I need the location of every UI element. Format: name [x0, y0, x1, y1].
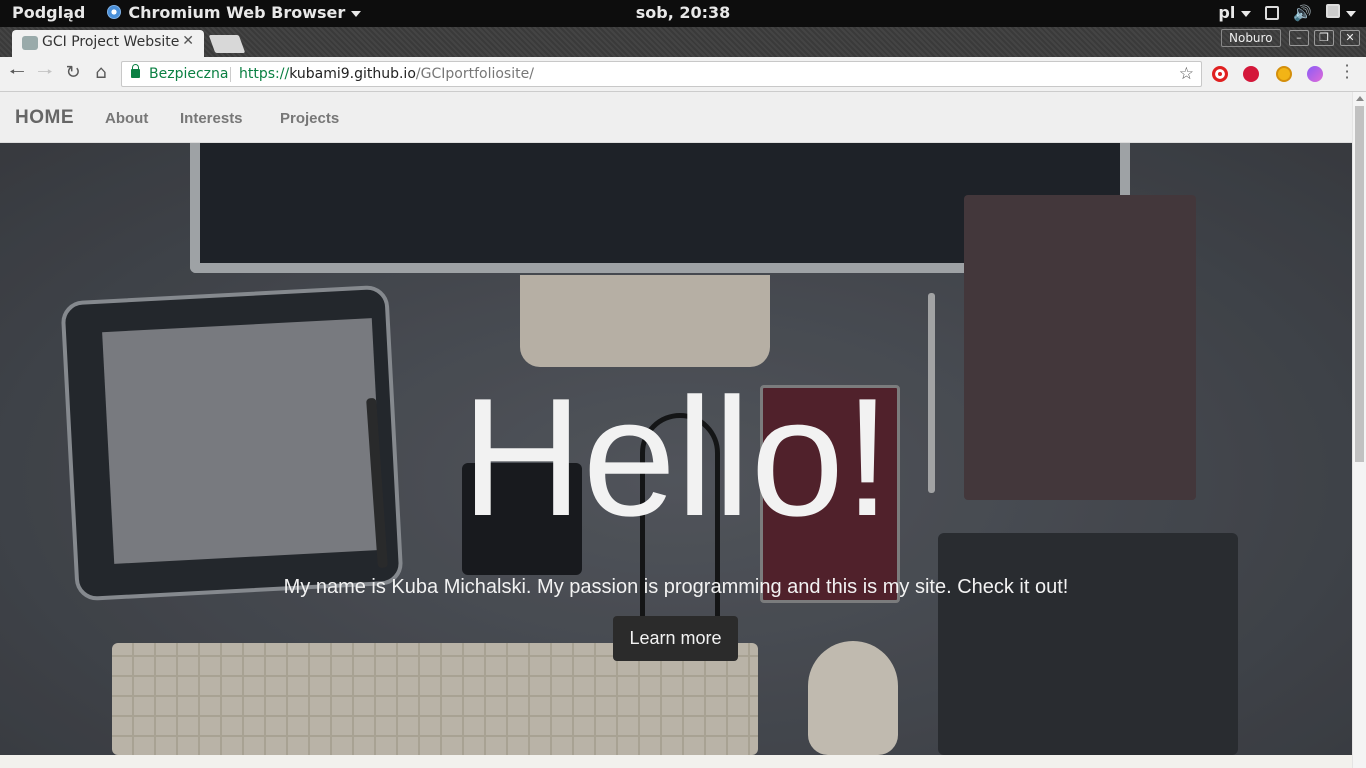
site-navbar: HOME About Interests Projects: [0, 92, 1352, 143]
clock[interactable]: sob, 20:38: [0, 3, 1366, 22]
arrow-right-icon: 🠒: [37, 62, 53, 83]
reload-icon: ↻: [65, 62, 81, 83]
nav-link-projects[interactable]: Projects: [280, 110, 339, 127]
page-viewport: HOME About Interests Projects Hello! My …: [0, 92, 1352, 768]
profile-button[interactable]: Noburo: [1221, 29, 1281, 47]
arrow-left-icon: 🠐: [9, 62, 25, 83]
restore-button[interactable]: ❐: [1314, 30, 1334, 46]
hero-subtitle: My name is Kuba Michalski. My passion is…: [283, 576, 1069, 598]
address-bar[interactable]: Bezpieczna https://kubami9.github.io/GCI…: [121, 61, 1202, 87]
coin-extension-icon[interactable]: [1276, 66, 1292, 82]
reload-button[interactable]: ↻: [62, 62, 84, 84]
next-section: [0, 755, 1352, 768]
hero-title: Hello!: [461, 363, 891, 551]
pinterest-extension-icon[interactable]: [1243, 66, 1259, 82]
forward-button[interactable]: 🠒: [34, 62, 56, 84]
url-path: /GCIportfoliosite/: [415, 66, 534, 82]
tab-active[interactable]: GCI Project Website ✕: [12, 30, 204, 57]
keyboard-layout-indicator[interactable]: pl: [1218, 3, 1252, 22]
volume-icon[interactable]: 🔊: [1293, 4, 1312, 22]
security-label[interactable]: Bezpieczna: [149, 62, 228, 86]
chevron-down-icon: [1241, 10, 1252, 17]
omnibox-divider: [230, 67, 231, 82]
learn-more-button[interactable]: Learn more: [613, 616, 738, 661]
home-button[interactable]: ⌂: [90, 62, 112, 84]
close-tab-icon[interactable]: ✕: [182, 33, 194, 49]
nav-home-link[interactable]: HOME: [15, 107, 74, 129]
minimize-button[interactable]: –: [1289, 30, 1309, 46]
url-host: kubami9.github.io: [289, 66, 416, 82]
page-scrollbar[interactable]: [1352, 92, 1366, 768]
back-button[interactable]: 🠐: [6, 62, 28, 84]
new-tab-button[interactable]: [208, 35, 246, 53]
opera-extension-icon[interactable]: [1212, 66, 1228, 82]
close-window-button[interactable]: ✕: [1340, 30, 1360, 46]
tab-strip: GCI Project Website ✕ Noburo – ❐ ✕: [0, 27, 1366, 57]
window-icon[interactable]: [1265, 5, 1280, 20]
os-top-panel: Podgląd Chromium Web Browser sob, 20:38 …: [0, 0, 1366, 27]
gradient-extension-icon[interactable]: [1307, 66, 1323, 82]
bookmark-star-icon[interactable]: ☆: [1179, 62, 1194, 86]
battery-menu[interactable]: [1326, 3, 1356, 22]
browser-toolbar: 🠐 🠒 ↻ ⌂ Bezpieczna https://kubami9.githu…: [0, 57, 1366, 92]
nav-link-interests[interactable]: Interests: [180, 110, 243, 127]
hero-section: Hello! My name is Kuba Michalski. My pas…: [0, 143, 1352, 755]
favicon-icon: [22, 36, 38, 50]
scrollbar-thumb[interactable]: [1355, 106, 1364, 462]
lock-icon: [131, 64, 140, 78]
url-scheme: https://: [239, 66, 290, 82]
url-text[interactable]: https://kubami9.github.io/GCIportfoliosi…: [239, 62, 534, 86]
keyboard-layout-label: pl: [1218, 3, 1236, 22]
menu-kebab-icon[interactable]: · · ·: [1342, 58, 1352, 86]
nav-link-about[interactable]: About: [105, 110, 148, 127]
home-icon: ⌂: [95, 62, 107, 83]
scroll-up-icon[interactable]: [1356, 96, 1364, 101]
tab-title: GCI Project Website: [42, 34, 180, 50]
chevron-down-icon: [1346, 10, 1356, 17]
battery-icon: [1326, 4, 1340, 18]
